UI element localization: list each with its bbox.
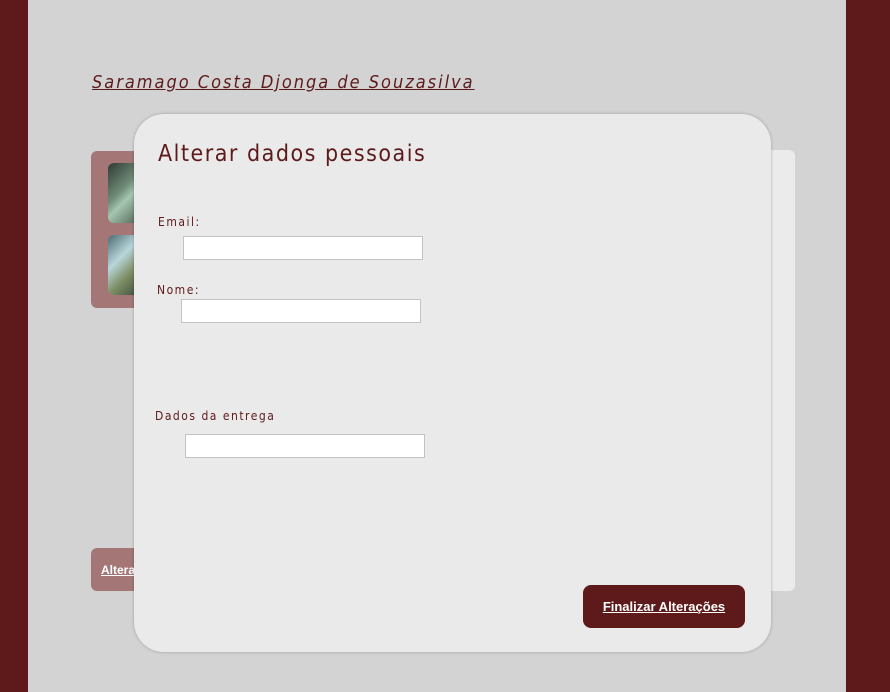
email-label: Email: xyxy=(158,215,201,229)
name-field[interactable] xyxy=(181,299,421,323)
modal-title: Alterar dados pessoais xyxy=(158,141,427,167)
name-label: Nome: xyxy=(157,283,200,297)
email-field[interactable] xyxy=(183,236,423,260)
user-name-link[interactable]: Saramago Costa Djonga de Souzasilva xyxy=(92,72,475,93)
finalize-changes-button[interactable]: Finalizar Alterações xyxy=(583,585,745,628)
delivery-label: Dados da entrega xyxy=(155,409,276,423)
alter-data-button-label: Altera xyxy=(101,563,136,577)
delivery-field[interactable] xyxy=(185,434,425,458)
edit-personal-data-modal: Alterar dados pessoais Email: Nome: Dado… xyxy=(134,114,771,652)
